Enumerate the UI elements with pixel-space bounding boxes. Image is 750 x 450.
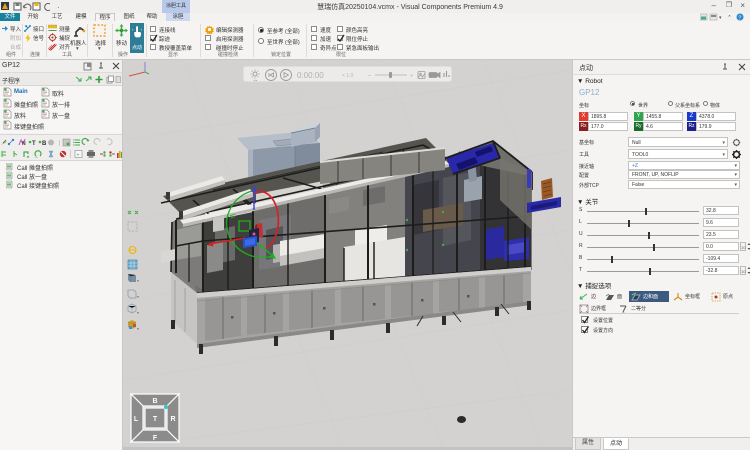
svg-text:R: R — [170, 416, 175, 423]
svg-text:F: F — [153, 435, 158, 442]
svg-text:0:00:00: 0:00:00 — [297, 71, 324, 80]
svg-text:▾: ▾ — [137, 310, 139, 315]
svg-text:N: N — [22, 141, 26, 147]
svg-text:× 1.0: × 1.0 — [342, 73, 353, 79]
svg-text:T: T — [32, 141, 36, 147]
svg-text:+: + — [410, 74, 414, 80]
svg-text:B: B — [42, 141, 47, 147]
svg-text:·: · — [57, 3, 60, 12]
svg-text:L: L — [134, 416, 139, 423]
svg-text:B: B — [152, 398, 157, 405]
svg-text:▾: ▾ — [137, 294, 139, 299]
svg-text:T: T — [153, 416, 158, 423]
svg-text:–: – — [368, 73, 372, 79]
svg-text:+: + — [77, 153, 80, 159]
svg-text:▾: ▾ — [137, 278, 139, 283]
svg-text:▾: ▾ — [137, 326, 139, 331]
